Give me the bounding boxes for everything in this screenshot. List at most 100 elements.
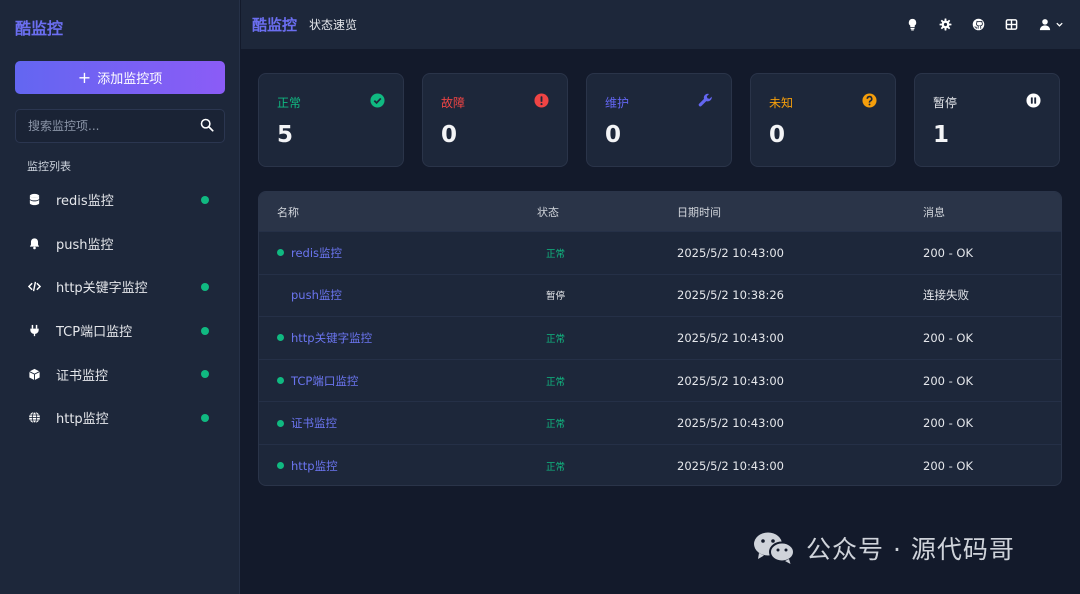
lightbulb-icon[interactable] (906, 18, 919, 31)
sidebar-item-tcp-port[interactable]: TCP端口监控 (15, 309, 225, 353)
top-bar: 酷监控 状态速览 (241, 0, 1080, 49)
card-label: 未知 (769, 96, 794, 110)
monitor-list: redis监控 push监控 http关键字监控 TCP端口监控 证书监控 ht… (15, 178, 225, 440)
pause-circle-icon (1026, 93, 1041, 108)
status-badge: 正常 (546, 333, 566, 345)
sidebar-item-http-keyword[interactable]: http关键字监控 (15, 265, 225, 309)
online-status-dot (277, 462, 284, 470)
search-box (15, 109, 225, 143)
message-cell: 200 - OK (923, 373, 974, 388)
card-unknown[interactable]: 未知 0 (750, 73, 896, 167)
datetime-cell: 2025/5/2 10:43:00 (677, 373, 784, 388)
column-header-status[interactable]: 状态 (519, 204, 659, 220)
card-value: 1 (933, 122, 950, 148)
offline-status-dot (277, 292, 284, 299)
monitor-name-link[interactable]: TCP端口监控 (291, 373, 358, 389)
status-badge: 正常 (546, 248, 566, 260)
card-fault[interactable]: 故障 0 (422, 73, 568, 167)
user-menu-icon[interactable] (1038, 18, 1064, 31)
status-cards: 正常 5 故障 0 维护 0 未知 0 暂停 1 (258, 73, 1062, 167)
table-row[interactable]: http关键字监控 正常 2025/5/2 10:43:00 200 - OK (259, 316, 1061, 359)
column-header-name[interactable]: 名称 (259, 204, 519, 220)
monitor-list-title: 监控列表 (27, 160, 71, 173)
add-monitor-label: 添加监控项 (97, 72, 163, 87)
check-circle-icon (370, 93, 385, 108)
search-input[interactable] (28, 119, 200, 133)
card-label: 暂停 (933, 96, 958, 110)
bell-icon (27, 236, 41, 250)
chevron-down-icon (1056, 22, 1063, 27)
monitor-name-link[interactable]: http关键字监控 (291, 330, 372, 346)
alert-circle-icon (534, 93, 549, 108)
card-value: 0 (605, 122, 622, 148)
card-value: 5 (277, 122, 294, 148)
table-row[interactable]: http监控 正常 2025/5/2 10:43:00 200 - OK (259, 443, 1061, 485)
monitor-name-link[interactable]: push监控 (291, 287, 342, 303)
column-header-datetime[interactable]: 日期时间 (659, 204, 905, 220)
status-badge: 正常 (546, 419, 566, 431)
globe-icon (27, 411, 41, 425)
github-icon[interactable] (972, 18, 985, 31)
card-paused[interactable]: 暂停 1 (914, 73, 1060, 167)
table-row[interactable]: 证书监控 正常 2025/5/2 10:43:00 200 - OK (259, 401, 1061, 444)
sidebar-item-http[interactable]: http监控 (15, 396, 225, 440)
plug-icon (27, 324, 41, 338)
message-cell: 200 - OK (923, 245, 974, 260)
card-maintenance[interactable]: 维护 0 (586, 73, 732, 167)
card-normal[interactable]: 正常 5 (258, 73, 404, 167)
status-badge: 正常 (546, 461, 566, 473)
gear-icon[interactable] (939, 18, 952, 31)
message-cell: 200 - OK (923, 330, 974, 345)
message-cell: 200 - OK (923, 416, 974, 431)
online-status-dot (201, 370, 209, 379)
column-header-message[interactable]: 消息 (905, 204, 1061, 220)
sidebar-item-label: redis监控 (56, 194, 114, 210)
wechat-icon (754, 532, 795, 564)
page-title: 状态速览 (309, 18, 358, 32)
sidebar-item-label: http关键字监控 (56, 281, 148, 297)
datetime-cell: 2025/5/2 10:43:00 (677, 245, 784, 260)
online-status-dot (201, 195, 209, 204)
wrench-icon (698, 93, 713, 108)
online-status-dot (201, 326, 209, 335)
card-value: 0 (441, 122, 458, 148)
datetime-cell: 2025/5/2 10:43:00 (677, 458, 784, 473)
table-row[interactable]: push监控 暂停 2025/5/2 10:38:26 连接失败 (259, 273, 1061, 317)
sidebar-item-label: push监控 (56, 237, 114, 253)
status-badge: 正常 (546, 376, 566, 388)
watermark-text: 公众号 · 源代码哥 (806, 535, 1015, 564)
search-icon[interactable] (200, 117, 214, 136)
datetime-cell: 2025/5/2 10:43:00 (677, 330, 784, 345)
table-row[interactable]: redis监控 正常 2025/5/2 10:43:00 200 - OK (259, 231, 1061, 274)
table-header: 名称 状态 日期时间 消息 (259, 192, 1061, 231)
card-label: 维护 (605, 96, 630, 110)
online-status-dot (201, 282, 209, 291)
cube-icon (27, 367, 41, 381)
database-icon (27, 193, 41, 207)
card-label: 故障 (441, 96, 466, 110)
add-monitor-button[interactable]: + 添加监控项 (15, 61, 225, 94)
sidebar-item-certificate[interactable]: 证书监控 (15, 352, 225, 396)
monitor-name-link[interactable]: 证书监控 (291, 415, 337, 431)
sidebar: 酷监控 + 添加监控项 监控列表 redis监控 push监控 ht (0, 0, 240, 594)
online-status-dot (277, 334, 284, 342)
sidebar-item-redis[interactable]: redis监控 (15, 178, 225, 222)
header-tools (906, 0, 1064, 49)
plus-icon: + (77, 67, 92, 87)
card-label: 正常 (277, 96, 302, 110)
online-status-dot (277, 377, 284, 385)
sidebar-item-label: http监控 (56, 412, 109, 428)
monitor-name-link[interactable]: http监控 (291, 458, 338, 474)
online-status-dot (201, 413, 209, 422)
header-brand[interactable]: 酷监控 (252, 14, 297, 35)
app-logo[interactable]: 酷监控 (15, 15, 63, 39)
sidebar-item-push[interactable]: push监控 (15, 222, 225, 266)
status-badge: 暂停 (546, 291, 566, 303)
table-row[interactable]: TCP端口监控 正常 2025/5/2 10:43:00 200 - OK (259, 358, 1061, 402)
card-value: 0 (769, 122, 786, 148)
online-status-dot (277, 419, 284, 427)
watermark: 公众号 · 源代码哥 (752, 530, 1015, 566)
question-circle-icon (862, 93, 877, 108)
grid-icon[interactable] (1005, 18, 1018, 31)
monitor-name-link[interactable]: redis监控 (291, 245, 342, 261)
